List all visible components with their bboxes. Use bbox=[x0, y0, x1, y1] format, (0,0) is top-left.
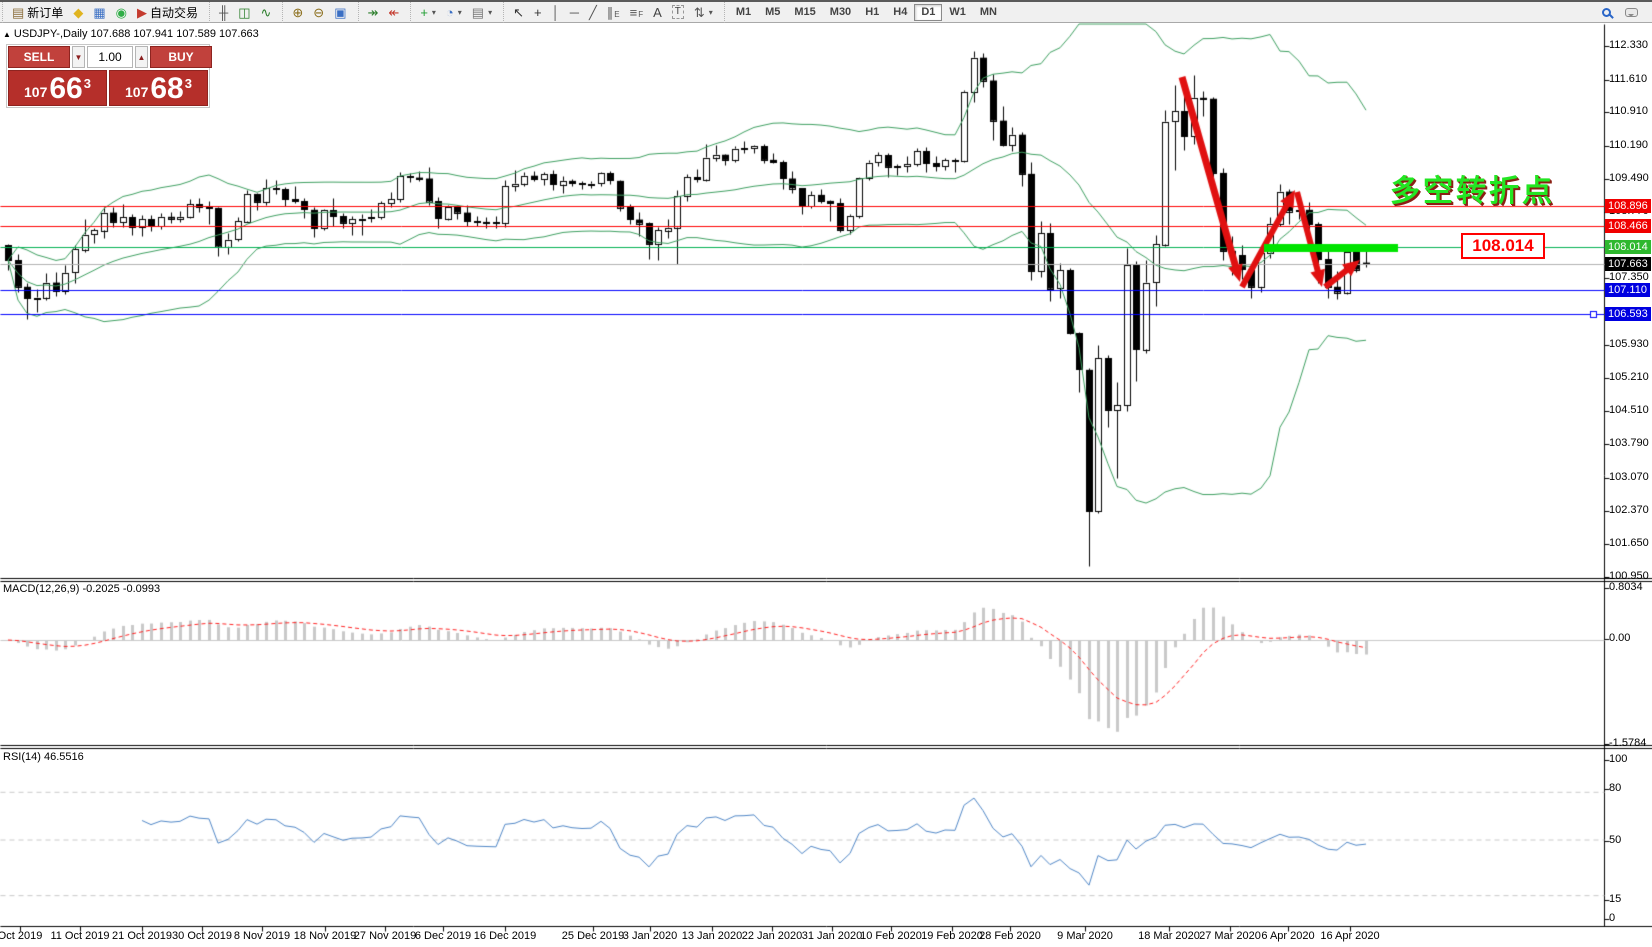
buy-price-button[interactable]: 107 68 3 bbox=[109, 70, 208, 106]
chart-area: ▲USDJPY-,Daily 107.688 107.941 107.589 1… bbox=[0, 23, 1652, 947]
buy-price-sup: 3 bbox=[185, 72, 192, 91]
sell-price-sup: 3 bbox=[84, 72, 91, 91]
terminal-window: ▤新订单◆▦◉▶自动交易╫◫∿⊕⊖▣↠↞+▾◔▾▤▾↖+│─╱∥E≡FAT⇅▾ … bbox=[0, 0, 1652, 947]
buy-button[interactable]: BUY bbox=[150, 46, 212, 68]
chart-canvas[interactable] bbox=[0, 0, 1652, 947]
volume-input[interactable] bbox=[87, 46, 133, 68]
sell-price-prefix: 107 bbox=[24, 84, 47, 100]
volume-decrease-button[interactable]: ▼ bbox=[72, 46, 85, 68]
price-annotation-box[interactable]: 108.014 bbox=[1461, 233, 1545, 259]
buy-price-main: 68 bbox=[150, 75, 183, 104]
sell-price-main: 66 bbox=[49, 75, 82, 104]
sell-button[interactable]: SELL bbox=[8, 46, 70, 68]
one-click-trade-panel: SELL ▼ ▲ BUY 107 66 3 107 68 3 bbox=[6, 44, 210, 108]
volume-increase-button[interactable]: ▲ bbox=[135, 46, 148, 68]
sell-price-button[interactable]: 107 66 3 bbox=[8, 70, 107, 106]
buy-price-prefix: 107 bbox=[125, 84, 148, 100]
